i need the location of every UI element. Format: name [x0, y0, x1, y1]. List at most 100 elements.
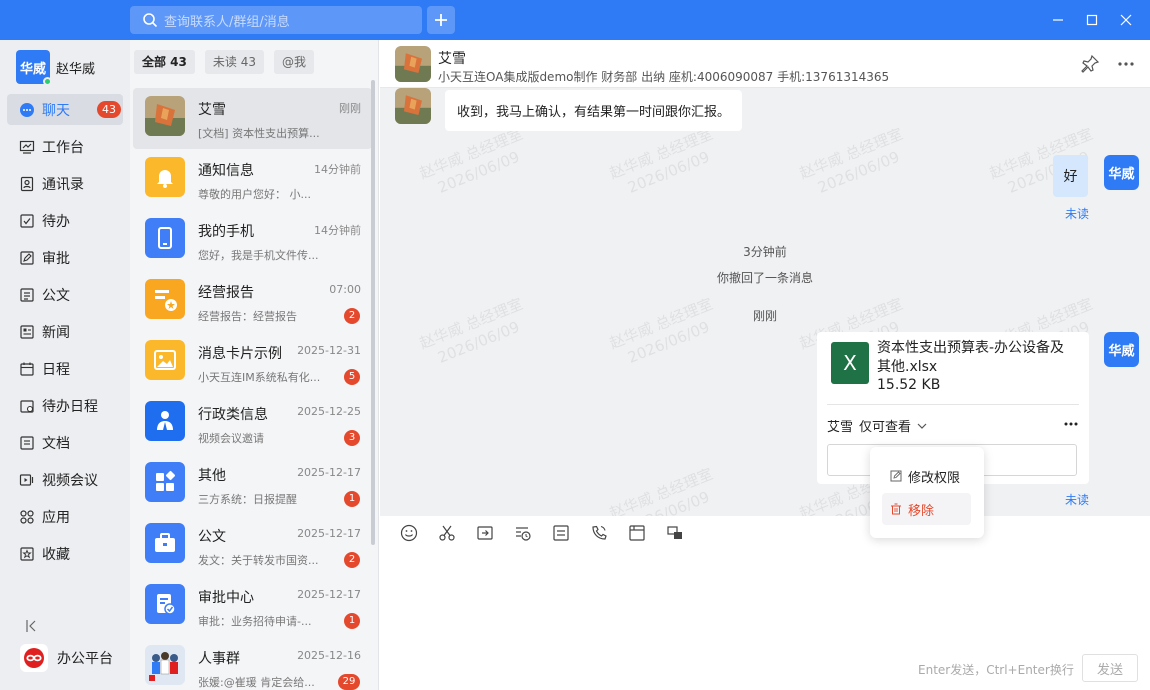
unread-badge: 3 [344, 430, 360, 446]
nav-item-contacts[interactable]: 通讯录 [7, 168, 123, 199]
list-item[interactable]: 人事群 2025-12-16 张媛:@崔瑗 肯定会给... 29 [133, 637, 372, 690]
screen-share-icon[interactable] [666, 524, 684, 542]
conversation-name: 经营报告 [198, 285, 254, 301]
scissors-icon[interactable] [438, 524, 456, 542]
list-item[interactable]: 消息卡片示例 2025-12-31 小天互连IM系统私有化... 5 [133, 332, 372, 393]
filter-mentions[interactable]: @我 [273, 50, 314, 74]
watermark: 赵华威 总经理室2026/06/09 [606, 294, 716, 367]
pin-icon[interactable] [1080, 54, 1100, 74]
nav-item-todo-schedule[interactable]: 待办日程 [7, 390, 123, 421]
list-item[interactable]: 通知信息 14分钟前 尊敬的用户您好： 小... [133, 149, 372, 210]
conversation-list-scrollbar[interactable] [371, 80, 375, 545]
message-composer[interactable]: Enter发送，Ctrl+Enter换行 发送 [380, 516, 1150, 690]
conversation-preview: 视频会议邀请 [198, 432, 264, 445]
todo-calendar-icon [20, 399, 34, 413]
nav-label: 公文 [42, 287, 70, 304]
message-bubble[interactable]: 收到，我马上确认，有结果第一时间跟你汇报。 [445, 90, 743, 131]
permission-selector[interactable]: 艾雪 仅可查看 [827, 416, 928, 435]
minimize-button[interactable] [1048, 10, 1068, 30]
nav-item-chat[interactable]: 聊天 43 [7, 94, 123, 125]
read-status[interactable]: 未读 [1065, 205, 1089, 222]
nav-item-files[interactable]: 文档 [7, 427, 123, 458]
list-item[interactable]: 公文 2025-12-17 发文：关于转发市国资... 2 [133, 515, 372, 576]
self-avatar[interactable]: 华威 [1104, 332, 1139, 367]
document-icon [20, 287, 34, 302]
nav-item-favorites[interactable]: 收藏 [7, 538, 123, 569]
nav-label: 应用 [42, 509, 70, 526]
permission-user: 艾雪 [827, 420, 854, 435]
list-item[interactable]: 经营报告 07:00 经营报告：经营报告 2 [133, 271, 372, 332]
search-placeholder: 查询联系人/群组/消息 [164, 14, 290, 30]
history-icon[interactable] [514, 524, 532, 542]
nav-item-schedule[interactable]: 日程 [7, 353, 123, 384]
send-file-icon[interactable] [476, 524, 494, 542]
call-icon[interactable] [590, 524, 608, 542]
unread-badge: 1 [344, 613, 360, 629]
nav-item-todo[interactable]: 待办 [7, 205, 123, 236]
nav-label: 待办 [42, 213, 70, 230]
menu-item-remove[interactable]: 移除 [882, 493, 971, 525]
chat-contact-avatar[interactable] [395, 46, 431, 82]
trash-icon [891, 503, 901, 515]
nav-item-official-docs[interactable]: 公文 [7, 279, 123, 310]
read-status[interactable]: 未读 [1065, 491, 1089, 508]
system-message: 你撤回了一条消息 [716, 271, 813, 285]
unread-badge: 2 [344, 552, 360, 568]
report-icon [145, 279, 185, 319]
emoji-icon[interactable] [400, 524, 418, 542]
chevron-down-icon [917, 423, 927, 429]
bell-icon [145, 157, 185, 197]
collapse-sidebar-icon[interactable] [24, 618, 40, 634]
list-item[interactable]: 艾雪 刚刚 [文档] 资本性支出预算... [133, 88, 372, 149]
list-item[interactable]: 审批中心 2025-12-17 审批：业务招待申请-... 1 [133, 576, 372, 637]
office-platform-link[interactable]: 办公平台 [20, 644, 113, 672]
search-input[interactable]: 查询联系人/群组/消息 [130, 6, 422, 34]
add-button[interactable] [427, 6, 455, 34]
conversation-time: 07:00 [329, 283, 361, 296]
menu-item-edit-permission[interactable]: 修改权限 [882, 460, 971, 492]
permission-level: 仅可查看 [859, 420, 912, 435]
message-bubble[interactable]: 好 [1053, 155, 1088, 197]
send-button[interactable]: 发送 [1082, 654, 1138, 682]
conversation-time: 2025-12-17 [297, 527, 361, 540]
note-icon[interactable] [552, 524, 570, 542]
avatar[interactable]: 华威 [16, 50, 52, 86]
chat-header: 艾雪 小天互连OA集成版demo制作 财务部 出纳 座机:4006090087 … [380, 40, 1150, 88]
system-time: 刚刚 [752, 309, 777, 323]
window-icon[interactable] [628, 524, 646, 542]
search-icon [143, 13, 158, 28]
sender-avatar[interactable] [395, 88, 431, 124]
contact-avatar [145, 96, 185, 136]
list-item[interactable]: 其他 2025-12-17 三方系统：日报提醒 1 [133, 454, 372, 515]
file-size: 15.52 KB [877, 377, 941, 393]
user-profile[interactable]: 华威 赵华威 [16, 50, 96, 86]
conversation-preview: 小天互连IM系统私有化... [198, 371, 321, 384]
more-options-icon[interactable] [1063, 416, 1079, 432]
user-name: 赵华威 [56, 61, 96, 77]
nav-item-approval[interactable]: 审批 [7, 242, 123, 273]
conversation-preview: 经营报告：经营报告 [198, 310, 297, 323]
message-area: 赵华威 总经理室 2026/06/09 赵华威 总经理室 2026/06/09 赵华… [380, 88, 1150, 516]
self-avatar[interactable]: 华威 [1104, 155, 1139, 190]
chat-icon [20, 102, 34, 117]
divider [827, 404, 1079, 405]
nav-item-video-meeting[interactable]: 视频会议 [7, 464, 123, 495]
unread-badge: 43 [97, 101, 121, 118]
send-hint: Enter发送，Ctrl+Enter换行 [918, 663, 1074, 677]
nav-item-workbench[interactable]: 工作台 [7, 131, 123, 162]
conversation-time: 2025-12-17 [297, 466, 361, 479]
nav-item-apps[interactable]: 应用 [7, 501, 123, 532]
more-icon[interactable] [1116, 54, 1136, 74]
conversation-time: 2025-12-17 [297, 588, 361, 601]
filter-all[interactable]: 全部 43 [134, 50, 195, 74]
close-button[interactable] [1116, 10, 1136, 30]
online-status-dot [43, 77, 52, 86]
list-item[interactable]: 行政类信息 2025-12-25 视频会议邀请 3 [133, 393, 372, 454]
conversation-time: 2025-12-16 [297, 649, 361, 662]
nav-item-news[interactable]: 新闻 [7, 316, 123, 347]
conversation-name: 审批中心 [198, 590, 254, 606]
chat-contact-name: 艾雪 [438, 51, 466, 67]
maximize-button[interactable] [1082, 10, 1102, 30]
list-item[interactable]: 我的手机 14分钟前 您好，我是手机文件传... [133, 210, 372, 271]
filter-unread[interactable]: 未读 43 [204, 50, 264, 74]
